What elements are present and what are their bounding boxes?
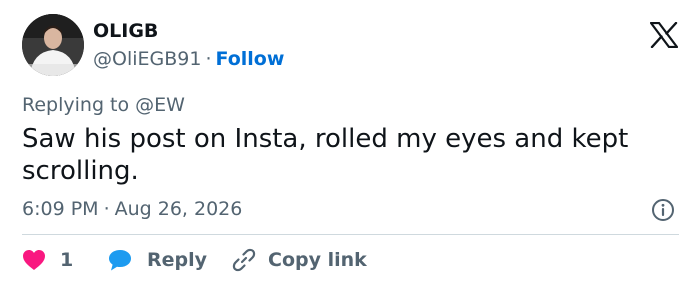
link-icon: [231, 247, 257, 273]
like-button[interactable]: 1: [22, 249, 107, 271]
timestamp[interactable]: 6:09 PM · Aug 26, 2026: [22, 198, 242, 220]
reply-button[interactable]: Reply: [107, 248, 231, 272]
reply-label: Reply: [147, 249, 208, 271]
separator-dot: ·: [205, 48, 212, 70]
copy-link-button[interactable]: Copy link: [231, 247, 367, 273]
heart-icon: [22, 249, 46, 271]
replying-to: Replying to @EW: [22, 94, 185, 116]
author-display-name[interactable]: OLIGB: [93, 20, 158, 42]
post-time: 6:09 PM: [22, 198, 99, 220]
action-bar: 1 Reply Copy link: [22, 246, 367, 274]
info-icon[interactable]: [651, 198, 675, 222]
copy-link-label: Copy link: [268, 249, 367, 271]
author-handle-row: @OliEGB91 · Follow: [93, 48, 284, 70]
reply-bubble-icon: [107, 248, 133, 272]
separator-dot: ·: [103, 198, 110, 220]
follow-button[interactable]: Follow: [216, 48, 285, 70]
x-logo-icon[interactable]: [650, 22, 678, 48]
post-date: Aug 26, 2026: [114, 198, 243, 220]
divider: [22, 234, 679, 235]
author-handle[interactable]: @OliEGB91: [93, 48, 201, 70]
like-count: 1: [60, 249, 74, 271]
avatar[interactable]: [22, 14, 84, 76]
tweet-text: Saw his post on Insta, rolled my eyes an…: [22, 124, 629, 186]
